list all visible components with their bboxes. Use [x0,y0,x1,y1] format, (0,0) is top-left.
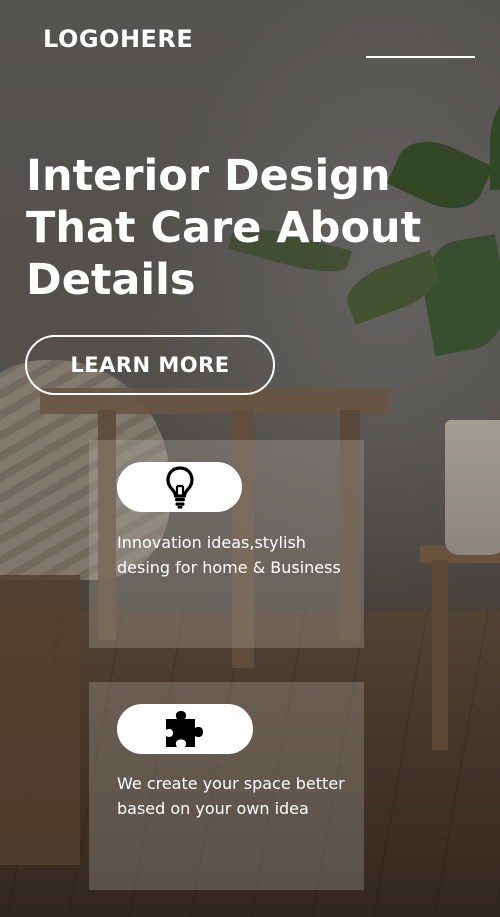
hero-title: Interior Design That Care About Details [26,151,422,305]
feature-card-innovation: Innovation ideas,stylish desing for home… [89,440,364,648]
menu-line-icon[interactable] [366,56,475,58]
icon-pill [117,704,253,754]
icon-pill [117,462,242,512]
puzzle-piece-icon [166,711,203,747]
logo[interactable]: LOGOHERE [43,25,193,53]
lightbulb-icon [165,466,194,509]
feature-text: We create your space better based on you… [117,774,345,818]
learn-more-button[interactable]: LEARN MORE [25,335,275,395]
feature-card-custom-space: We create your space better based on you… [89,682,364,890]
feature-text: Innovation ideas,stylish desing for home… [117,533,341,577]
